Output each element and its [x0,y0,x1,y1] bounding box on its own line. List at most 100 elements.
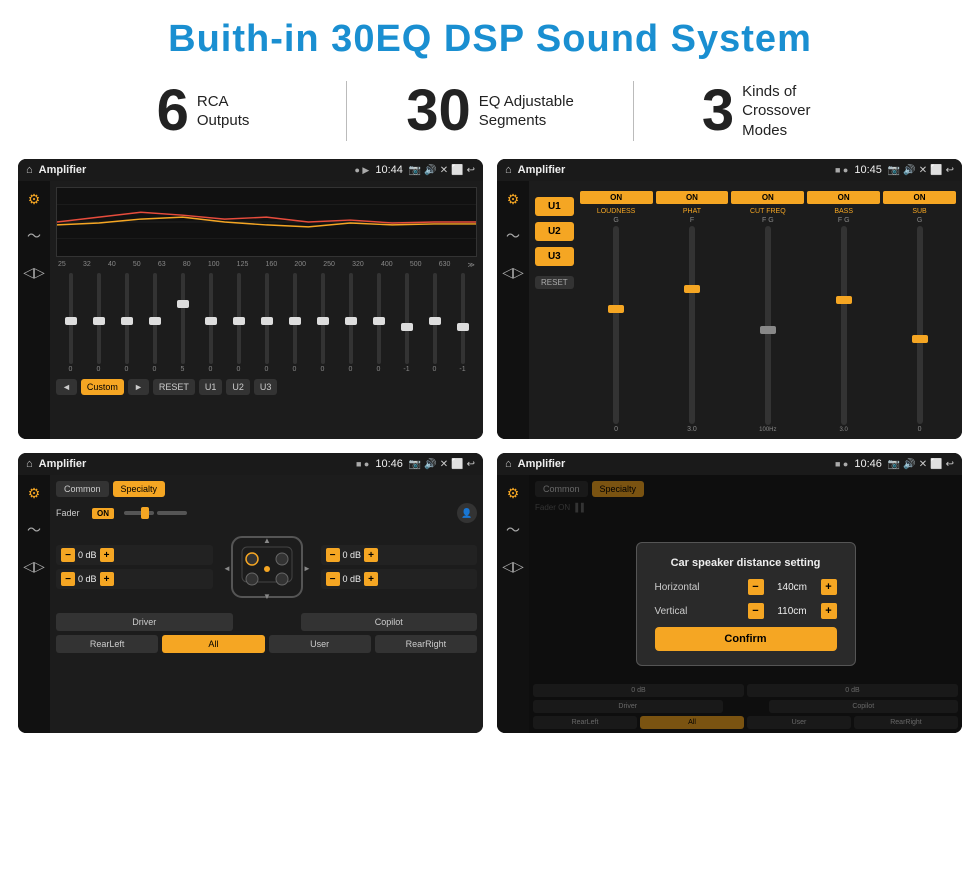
copilot-btn[interactable]: Copilot [301,613,478,631]
dialog-vertical-plus[interactable]: + [821,603,837,619]
spk-left2-plus[interactable]: + [100,572,114,586]
fader-status-icons: 📷 🔊 ✕ ⬜ ↩ [409,459,475,470]
fader-status-bar: ⌂ Amplifier ■ ● 10:46 📷 🔊 ✕ ⬜ ↩ [18,453,483,475]
dialog-overlay: Car speaker distance setting Horizontal … [529,475,962,733]
dialog-status-bar: ⌂ Amplifier ■ ● 10:46 📷 🔊 ✕ ⬜ ↩ [497,453,962,475]
fader-tab-specialty[interactable]: Specialty [113,481,166,497]
dialog-sidebar: ⚙ 〜 ◁▷ [497,475,529,733]
dialog-box-title: Car speaker distance setting [655,557,837,569]
spk-left1-minus[interactable]: − [61,548,75,562]
spk-right2-minus[interactable]: − [326,572,340,586]
spk-right2-plus[interactable]: + [364,572,378,586]
cross-sidebar: ⚙ 〜 ◁▷ [497,181,529,439]
cross-cutfreq-slider[interactable] [765,226,771,425]
cross-phat-f: F [690,217,694,224]
stat-eq: 30 EQ AdjustableSegments [347,82,633,140]
eq-status-icons: 📷 🔊 ✕ ⬜ ↩ [409,165,475,176]
fader-tab-common[interactable]: Common [56,481,109,497]
eq-slider-14: -1 [450,273,475,373]
all-btn[interactable]: All [162,635,264,653]
driver-btn[interactable]: Driver [56,613,233,631]
cross-phat-slider[interactable] [689,226,695,424]
dialog-sidebar-wave-icon[interactable]: 〜 [506,520,520,540]
dialog-vertical-label: Vertical [655,606,688,617]
dialog-title-bar: Amplifier [518,458,829,470]
spk-right1-plus[interactable]: + [364,548,378,562]
eq-slider-3: 0 [142,273,167,373]
fader-sidebar-wave-icon[interactable]: 〜 [27,520,41,540]
eq-u1-btn[interactable]: U1 [199,379,223,395]
cross-sidebar-vol-icon[interactable]: ◁▷ [502,264,524,281]
fader-on-btn[interactable]: ON [92,508,114,519]
dialog-sidebar-eq-icon[interactable]: ⚙ [507,485,520,502]
spk-left2-minus[interactable]: − [61,572,75,586]
cross-cutfreq-label: CUT FREQ [750,208,786,215]
cross-sidebar-eq-icon[interactable]: ⚙ [507,191,520,208]
dialog-confirm-button[interactable]: Confirm [655,627,837,651]
eq-sidebar-wave-icon[interactable]: 〜 [27,226,41,246]
eq-custom-btn[interactable]: Custom [81,379,124,395]
eq-slider-11: 0 [366,273,391,373]
cross-bass-slider[interactable] [841,226,847,425]
dialog-sidebar-vol-icon[interactable]: ◁▷ [502,558,524,575]
cross-sidebar-wave-icon[interactable]: 〜 [506,226,520,246]
dialog-home-icon: ⌂ [505,458,512,470]
dialog-horizontal-val: 140cm [770,582,815,593]
eq-slider-12: -1 [394,273,419,373]
eq-screen: ⌂ Amplifier ● ▶ 10:44 📷 🔊 ✕ ⬜ ↩ ⚙ 〜 ◁▷ [18,159,483,439]
screens-grid: ⌂ Amplifier ● ▶ 10:44 📷 🔊 ✕ ⬜ ↩ ⚙ 〜 ◁▷ [0,159,980,743]
fader-sidebar-eq-icon[interactable]: ⚙ [28,485,41,502]
eq-u3-btn[interactable]: U3 [254,379,278,395]
stat-eq-label: EQ AdjustableSegments [479,92,574,131]
spk-left1-plus[interactable]: + [100,548,114,562]
cross-loudness-header: ON [580,191,653,204]
eq-reset-btn[interactable]: RESET [153,379,195,395]
cross-col-bass: ON BASS F G 3.0 [807,191,880,433]
cross-dots: ■ ● [835,165,848,175]
cross-cutfreq-header: ON [731,191,804,204]
u2-button[interactable]: U2 [535,222,574,241]
stat-rca-number: 6 [157,82,189,140]
fader-time: 10:46 [375,458,403,470]
cross-sub-header: ON [883,191,956,204]
u3-button[interactable]: U3 [535,247,574,266]
eq-sidebar-vol-icon[interactable]: ◁▷ [23,264,45,281]
cross-title: Amplifier [518,164,829,176]
fader-sidebar-vol-icon[interactable]: ◁▷ [23,558,45,575]
cross-bass-label: BASS [834,208,853,215]
cross-loudness-g: G [613,217,618,224]
eq-slider-0: 0 [58,273,83,373]
rearright-btn[interactable]: RearRight [375,635,477,653]
fader-bottom-btns: Driver Copilot [56,613,477,631]
stat-rca-label: RCAOutputs [197,92,250,131]
rearleft-btn[interactable]: RearLeft [56,635,158,653]
cross-reset-btn[interactable]: RESET [535,276,574,289]
user-btn[interactable]: User [269,635,371,653]
cross-loudness-slider[interactable] [613,226,619,424]
cross-status-icons: 📷 🔊 ✕ ⬜ ↩ [888,165,954,176]
eq-sidebar-eq-icon[interactable]: ⚙ [28,191,41,208]
cross-sub-slider[interactable] [917,226,923,424]
car-diagram-small [237,613,297,631]
dialog-vertical-val: 110cm [770,606,815,617]
dialog-vertical-ctrl: − 110cm + [748,603,837,619]
eq-time: 10:44 [375,164,403,176]
spk-right1-minus[interactable]: − [326,548,340,562]
dialog-vertical-minus[interactable]: − [748,603,764,619]
spk-left2-val: 0 dB [78,574,97,584]
fader-home-icon: ⌂ [26,458,33,470]
eq-u2-btn[interactable]: U2 [226,379,250,395]
dialog-horizontal-plus[interactable]: + [821,579,837,595]
eq-home-icon: ⌂ [26,164,33,176]
dialog-horizontal-minus[interactable]: − [748,579,764,595]
eq-prev-btn[interactable]: ◄ [56,379,77,395]
cross-sub-label: SUB [912,208,926,215]
eq-screen-content: 25 32 40 50 63 80 100 125 160 200 250 32… [50,181,483,439]
eq-next-btn[interactable]: ► [128,379,149,395]
u1-button[interactable]: U1 [535,197,574,216]
cross-col-loudness: ON LOUDNESS G 0 [580,191,653,433]
cross-bass-header: ON [807,191,880,204]
eq-sliders: 0 0 0 0 5 [56,273,477,373]
stat-rca: 6 RCAOutputs [60,82,346,140]
cross-col-phat: ON PHAT F 3.0 [656,191,729,433]
